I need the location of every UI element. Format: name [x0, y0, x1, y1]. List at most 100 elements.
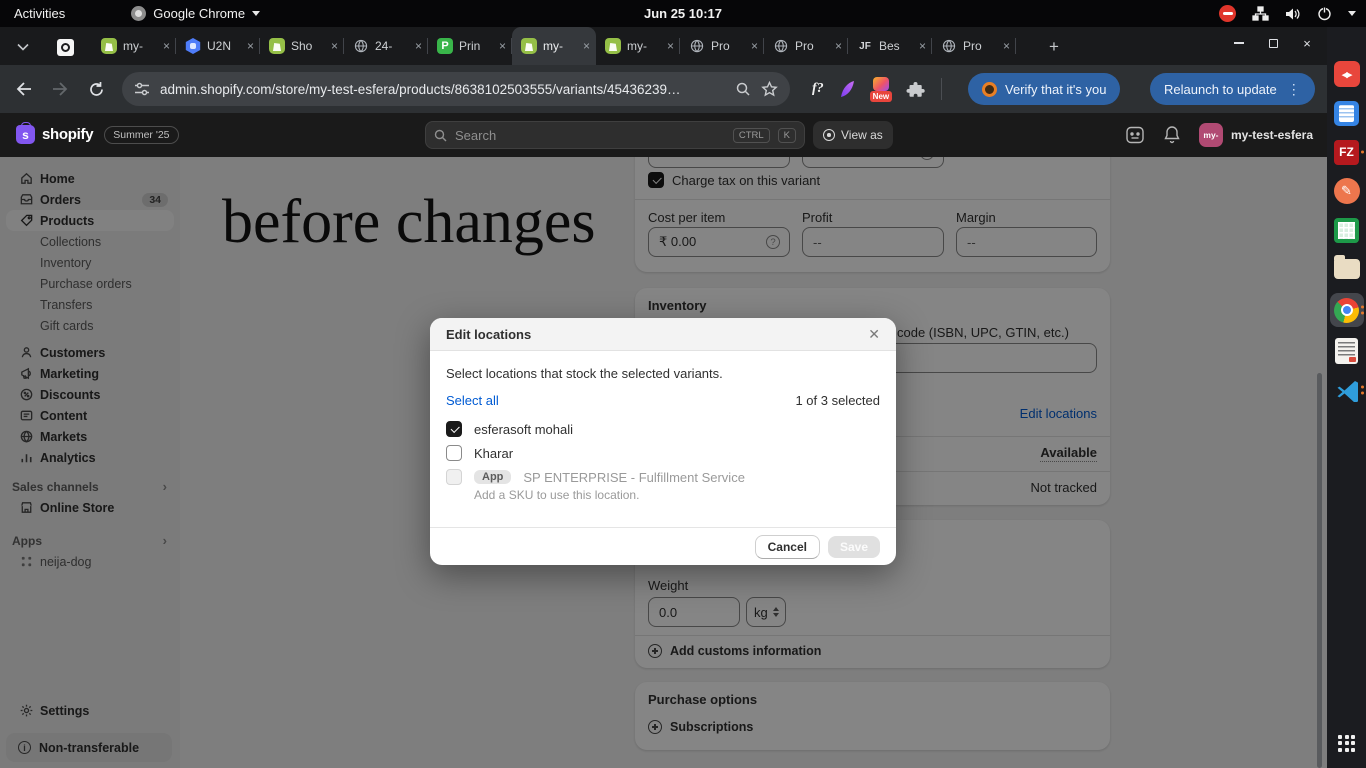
location-checkbox-disabled: [446, 469, 462, 485]
system-menu-caret-icon[interactable]: [1348, 11, 1356, 16]
reload-button[interactable]: [84, 77, 108, 101]
tab-close-icon[interactable]: ×: [499, 39, 506, 53]
tab-5[interactable]: PPrin×: [428, 27, 512, 65]
filezilla-app-icon[interactable]: FZ: [1330, 137, 1364, 167]
tab-1[interactable]: my-×: [92, 27, 176, 65]
window-close-button[interactable]: ×: [1299, 35, 1315, 51]
window-minimize-button[interactable]: [1231, 35, 1247, 51]
show-applications-icon[interactable]: [1330, 728, 1364, 758]
save-button[interactable]: Save: [828, 536, 880, 558]
text-editor-app-icon[interactable]: [1330, 98, 1364, 128]
search-placeholder: Search: [455, 128, 496, 143]
chrome-dock-icon[interactable]: [1330, 293, 1364, 327]
verify-profile-button[interactable]: Verify that it's you: [968, 73, 1120, 105]
file-manager-app-icon[interactable]: [1330, 254, 1364, 284]
location-row-disabled: App SP ENTERPRISE - Fulfillment Service: [446, 469, 745, 485]
tab-11[interactable]: Pro×: [932, 27, 1016, 65]
extensions-puzzle-icon[interactable]: [906, 80, 925, 99]
tab-close-icon[interactable]: ×: [331, 39, 338, 53]
notifications-bell-icon[interactable]: [1163, 125, 1181, 145]
location-checkbox[interactable]: [446, 445, 462, 461]
browser-menu-icon[interactable]: ⋮: [1287, 81, 1301, 98]
page-scrollbar[interactable]: [1317, 373, 1322, 768]
location-row[interactable]: Kharar: [446, 445, 513, 461]
tab-7[interactable]: my-×: [596, 27, 680, 65]
select-all-link[interactable]: Select all: [446, 393, 499, 408]
shopify-admin: s shopify Summer '25 Search CTRL K View …: [0, 113, 1327, 768]
search-icon: [434, 129, 447, 142]
k-key-badge: K: [778, 128, 796, 143]
account-menu[interactable]: my- my-test-esfera: [1199, 123, 1313, 147]
window-restore-button[interactable]: [1265, 35, 1281, 51]
admin-search-input[interactable]: Search CTRL K: [425, 121, 805, 149]
tab-close-icon[interactable]: ×: [667, 39, 674, 53]
store-name: my-test-esfera: [1231, 128, 1313, 142]
new-tab-button[interactable]: +: [1042, 35, 1066, 59]
jf-favicon: JF: [857, 38, 873, 54]
app-badge: App: [474, 470, 511, 484]
cancel-button[interactable]: Cancel: [755, 535, 820, 559]
selection-count: 1 of 3 selected: [795, 393, 880, 408]
location-checkbox[interactable]: [446, 421, 462, 437]
shopify-favicon: [269, 38, 285, 54]
bookmark-star-icon[interactable]: [761, 81, 778, 97]
inbox-icon[interactable]: [1125, 125, 1145, 145]
tab-close-icon[interactable]: ×: [919, 39, 926, 53]
pinned-tab[interactable]: [48, 34, 82, 60]
shopify-favicon: [101, 38, 117, 54]
back-button[interactable]: [12, 77, 36, 101]
globe-favicon: [941, 38, 957, 54]
modal-header: Edit locations ✕: [430, 318, 896, 351]
tab-3[interactable]: Sho×: [260, 27, 344, 65]
network-icon[interactable]: [1252, 6, 1269, 21]
tab-close-icon[interactable]: ×: [751, 39, 758, 53]
admin-body: Home Orders 34 Products Collections Inve…: [0, 157, 1327, 768]
shopify-logo[interactable]: s shopify Summer '25: [16, 125, 179, 144]
new-extension-icon[interactable]: New: [870, 76, 892, 102]
document-viewer-app-icon[interactable]: [1330, 336, 1364, 366]
tab-close-icon[interactable]: ×: [835, 39, 842, 53]
printify-favicon: P: [437, 38, 453, 54]
globe-favicon: [689, 38, 705, 54]
modal-close-icon[interactable]: ✕: [868, 326, 880, 343]
location-row[interactable]: esferasoft mohali: [446, 421, 573, 437]
dock: ◂▸ FZ ✎: [1327, 27, 1366, 768]
view-as-button[interactable]: View as: [813, 121, 893, 149]
tab-10[interactable]: JFBes×: [848, 27, 932, 65]
tab-search-button[interactable]: [12, 36, 34, 58]
volume-icon[interactable]: [1285, 7, 1301, 21]
clock[interactable]: Jun 25 10:17: [0, 6, 1366, 21]
os-top-bar: Activities Google Chrome Jun 25 10:17: [0, 0, 1366, 27]
power-icon[interactable]: [1317, 6, 1332, 21]
tab-close-icon[interactable]: ×: [415, 39, 422, 53]
tab-strip: my-× U2N× Sho× 24-× PPrin× my-× my-× Pro…: [0, 27, 1327, 65]
vscode-app-icon[interactable]: [1330, 375, 1364, 405]
site-info-icon[interactable]: [134, 82, 150, 96]
remote-desktop-app-icon[interactable]: ◂▸: [1330, 59, 1364, 89]
url-text[interactable]: admin.shopify.com/store/my-test-esfera/p…: [160, 82, 725, 97]
fonts-extension-icon[interactable]: f?: [812, 81, 824, 97]
tab-2[interactable]: U2N×: [176, 27, 260, 65]
browser-toolbar: admin.shopify.com/store/my-test-esfera/p…: [0, 65, 1327, 113]
edition-badge[interactable]: Summer '25: [104, 126, 178, 144]
tab-4[interactable]: 24-×: [344, 27, 428, 65]
tab-9[interactable]: Pro×: [764, 27, 848, 65]
tab-close-icon[interactable]: ×: [247, 39, 254, 53]
tab-8[interactable]: Pro×: [680, 27, 764, 65]
tab-close-icon[interactable]: ×: [163, 39, 170, 53]
quill-extension-icon[interactable]: [838, 79, 856, 99]
do-not-disturb-icon[interactable]: [1219, 5, 1236, 22]
modal-description: Select locations that stock the selected…: [446, 366, 723, 381]
pencil-app-icon[interactable]: ✎: [1330, 176, 1364, 206]
ctrl-key-badge: CTRL: [733, 128, 770, 143]
forward-button[interactable]: [48, 77, 72, 101]
tab-close-icon[interactable]: ×: [1003, 39, 1010, 53]
tab-6-active[interactable]: my-×: [512, 27, 596, 65]
zoom-icon[interactable]: [735, 81, 751, 97]
tab-close-icon[interactable]: ×: [583, 39, 590, 53]
relaunch-update-button[interactable]: Relaunch to update⋮: [1150, 73, 1315, 105]
address-bar[interactable]: admin.shopify.com/store/my-test-esfera/p…: [122, 72, 790, 106]
shopify-bag-icon: s: [16, 125, 35, 144]
spreadsheet-app-icon[interactable]: [1330, 215, 1364, 245]
admin-top-bar: s shopify Summer '25 Search CTRL K View …: [0, 113, 1327, 157]
